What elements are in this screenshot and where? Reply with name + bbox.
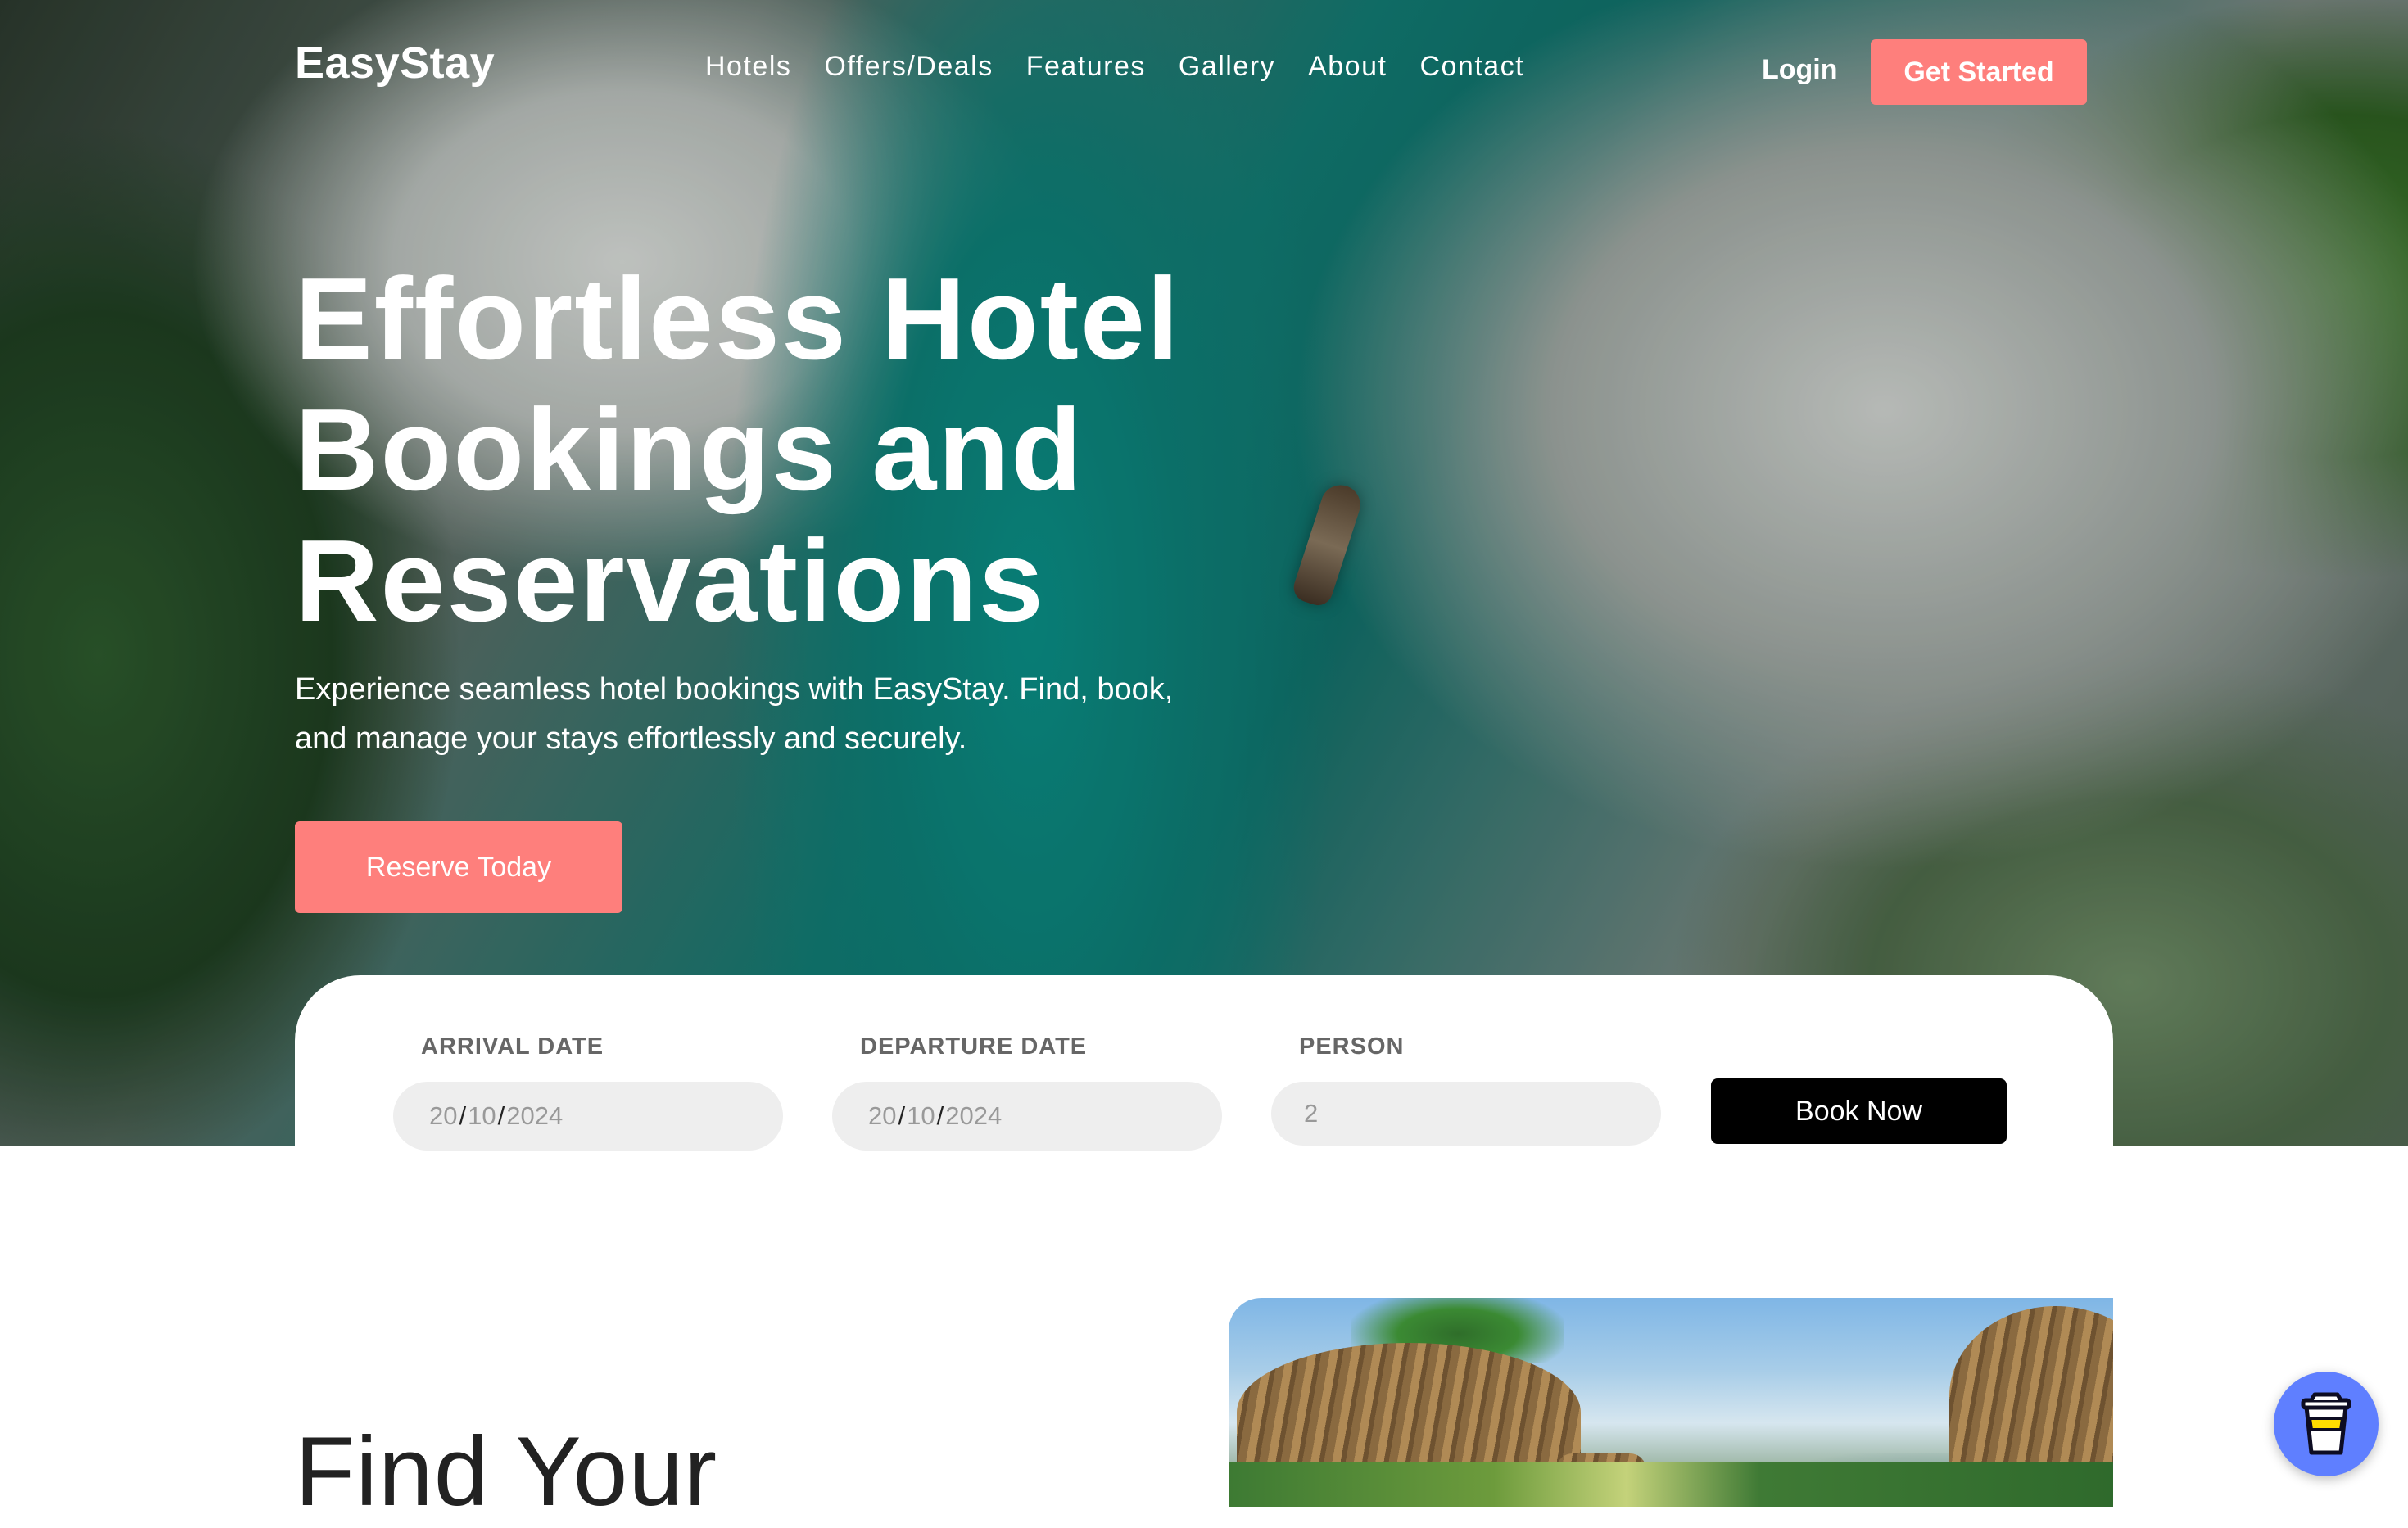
book-now-button[interactable]: Book Now bbox=[1711, 1078, 2007, 1144]
section-title: Find Your bbox=[295, 1417, 718, 1526]
arrival-month: 10 bbox=[468, 1101, 496, 1130]
person-value: 2 bbox=[1304, 1099, 1319, 1128]
departure-day: 20 bbox=[868, 1101, 897, 1130]
hero-title: Effortless Hotel Bookings and Reservatio… bbox=[295, 254, 1181, 646]
hero-subtitle: Experience seamless hotel bookings with … bbox=[295, 672, 1174, 756]
departure-date-input[interactable]: 20/10/2024 bbox=[832, 1082, 1222, 1151]
nav-item-about[interactable]: About bbox=[1308, 51, 1387, 83]
main-nav: Hotels Offers/Deals Features Gallery Abo… bbox=[705, 51, 1557, 83]
login-link[interactable]: Login bbox=[1762, 54, 1838, 86]
get-started-button[interactable]: Get Started bbox=[1871, 39, 2087, 105]
arrival-date-label: ARRIVAL DATE bbox=[421, 1033, 604, 1060]
resort-image bbox=[1229, 1298, 2113, 1507]
foliage bbox=[1229, 1462, 2113, 1507]
brand-logo[interactable]: EasyStay bbox=[295, 38, 495, 88]
nav-item-features[interactable]: Features bbox=[1026, 51, 1146, 83]
person-label: PERSON bbox=[1299, 1033, 1405, 1060]
departure-year: 2024 bbox=[945, 1101, 1003, 1130]
booking-panel: ARRIVAL DATE 20/10/2024 DEPARTURE DATE 2… bbox=[295, 975, 2113, 1151]
departure-date-label: DEPARTURE DATE bbox=[860, 1033, 1088, 1060]
buy-me-coffee-button[interactable] bbox=[2274, 1372, 2379, 1476]
nav-item-contact[interactable]: Contact bbox=[1419, 51, 1524, 83]
nav-item-hotels[interactable]: Hotels bbox=[705, 51, 791, 83]
departure-month: 10 bbox=[907, 1101, 935, 1130]
nav-item-gallery[interactable]: Gallery bbox=[1179, 51, 1275, 83]
arrival-day: 20 bbox=[429, 1101, 458, 1130]
arrival-date-input[interactable]: 20/10/2024 bbox=[393, 1082, 783, 1151]
nav-item-offers-deals[interactable]: Offers/Deals bbox=[824, 51, 993, 83]
thatched-umbrella bbox=[1949, 1306, 2113, 1486]
arrival-year: 2024 bbox=[506, 1101, 564, 1130]
reserve-today-button[interactable]: Reserve Today bbox=[295, 821, 622, 913]
person-input[interactable]: 2 bbox=[1271, 1082, 1661, 1146]
coffee-cup-icon bbox=[2301, 1392, 2351, 1455]
